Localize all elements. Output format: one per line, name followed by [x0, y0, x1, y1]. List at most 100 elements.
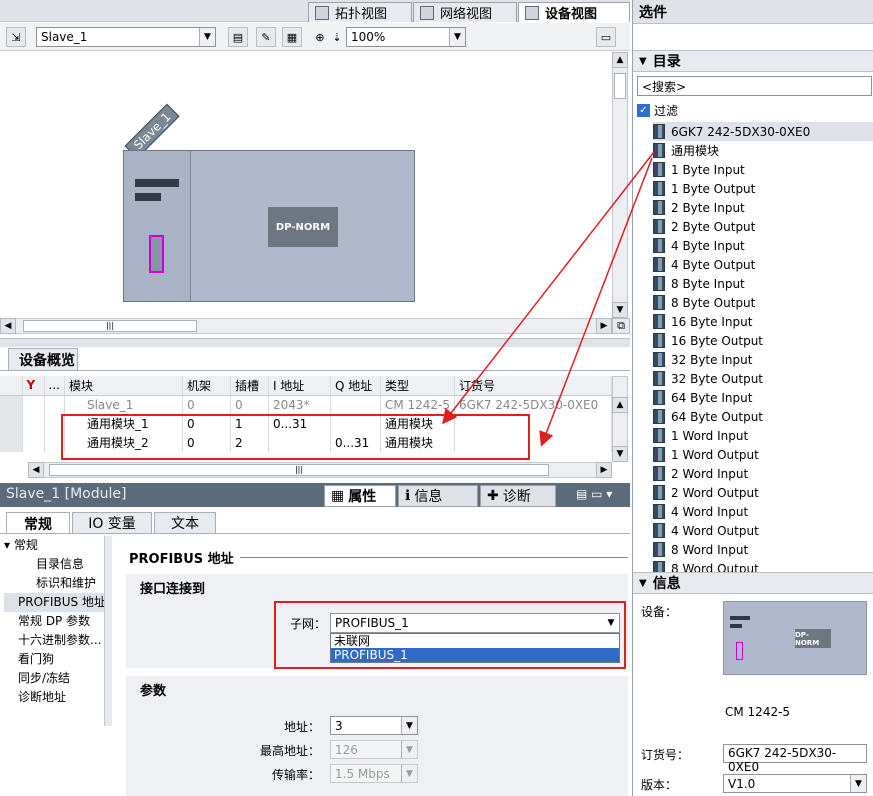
nav-item-dp-parameters[interactable]: 常规 DP 参数 — [4, 612, 104, 631]
version-select[interactable]: V1.0 ▼ — [723, 774, 867, 793]
catalog-item[interactable]: 4 Byte Input — [653, 236, 873, 255]
tab-network-view[interactable]: 网络视图 — [413, 2, 517, 22]
catalog-item[interactable]: 8 Word Input — [653, 540, 873, 559]
overview-navigation-icon[interactable]: ⧉ — [612, 318, 630, 334]
module-icon — [653, 162, 665, 177]
catalog-item[interactable]: 32 Byte Output — [653, 369, 873, 388]
tab-properties[interactable]: ▦ 属性 — [324, 485, 396, 507]
nav-item-identification[interactable]: 标识和维护 — [4, 574, 104, 593]
column-header[interactable]: 订货号 — [454, 376, 612, 396]
catalog-item[interactable]: 6GK7 242-5DX30-0XE0 — [653, 122, 873, 141]
catalog-item[interactable]: 16 Byte Input — [653, 312, 873, 331]
catalog-item[interactable]: 32 Byte Input — [653, 350, 873, 369]
table-row[interactable]: 通用模块_1 0 1 0...31 通用模块 — [0, 414, 612, 433]
column-header[interactable]: 机架 — [182, 376, 231, 396]
cm-module[interactable] — [124, 151, 191, 301]
table-row[interactable]: Slave_1 0 0 2043* CM 1242-5 6GK7 242-5DX… — [0, 395, 612, 414]
device-tool-icon[interactable]: ⇲ — [6, 27, 26, 47]
module-icon — [653, 466, 665, 481]
address-label: 地址： — [283, 720, 320, 734]
catalog-item[interactable]: 1 Word Input — [653, 426, 873, 445]
nav-item-sync-freeze[interactable]: 同步/冻结 — [4, 669, 104, 688]
column-header[interactable]: 模块 — [64, 376, 183, 396]
module-icon — [653, 447, 665, 462]
module-icon — [653, 124, 665, 139]
column-header[interactable]: 类型 — [380, 376, 456, 396]
overview-vertical-scrollbar[interactable]: ▲ ▼ — [612, 376, 628, 462]
nav-item-general[interactable]: ▾ 常规 — [4, 536, 104, 555]
tab-general[interactable]: 常规 — [6, 512, 70, 534]
subnet-option[interactable]: 未联网 — [331, 634, 619, 648]
overview-horizontal-scrollbar[interactable]: ◀ ||| ▶ — [28, 462, 612, 478]
tab-diagnostics[interactable]: ✚ 诊断 — [480, 485, 556, 507]
info-section-header[interactable]: ▼ 信息 — [633, 572, 873, 594]
catalog-section-header[interactable]: ▼ 目录 — [633, 50, 873, 72]
catalog-item[interactable]: 2 Word Input — [653, 464, 873, 483]
catalog-item[interactable]: 64 Byte Input — [653, 388, 873, 407]
tab-device-view[interactable]: 设备视图 — [518, 2, 630, 22]
address-select[interactable]: 3 ▼ — [330, 716, 418, 735]
catalog-list: 6GK7 242-5DX30-0XE0 通用模块 1 Byte Input 1 Byt… — [653, 122, 873, 572]
column-header[interactable]: I 地址 — [268, 376, 331, 396]
column-header[interactable]: 插槽 — [230, 376, 269, 396]
network-view-icon — [420, 5, 434, 20]
overview-toggle-icon[interactable]: ▭ — [596, 27, 616, 47]
filter-checkbox[interactable]: ✓ 过滤 — [637, 102, 678, 119]
tab-text[interactable]: 文本 — [154, 512, 216, 534]
catalog-item[interactable]: 1 Byte Output — [653, 179, 873, 198]
catalog-item[interactable]: 2 Byte Output — [653, 217, 873, 236]
device-canvas[interactable]: Slave_1 DP-NORM ▲ ▼ — [0, 52, 628, 318]
tab-info[interactable]: ℹ 信息 — [398, 485, 478, 507]
collapse-icon: ▼ — [639, 577, 647, 589]
catalog-item[interactable]: 1 Byte Input — [653, 160, 873, 179]
catalog-item[interactable]: 8 Byte Output — [653, 293, 873, 312]
column-header[interactable]: Q 地址 — [330, 376, 381, 396]
canvas-horizontal-scrollbar[interactable]: ◀ ||| ▶ — [0, 318, 612, 334]
nav-tree-scrollbar[interactable] — [104, 536, 112, 726]
catalog-item[interactable]: 通用模块 — [653, 141, 873, 160]
catalog-item[interactable]: 2 Byte Input — [653, 198, 873, 217]
catalog-item[interactable]: 4 Byte Output — [653, 255, 873, 274]
profibus-port-icon[interactable] — [149, 235, 164, 273]
properties-table-icon[interactable]: ▤ — [228, 27, 248, 47]
nav-item-watchdog[interactable]: 看门狗 — [4, 650, 104, 669]
nav-item-profibus-address[interactable]: PROFIBUS 地址 — [4, 593, 106, 612]
subnet-option-selected[interactable]: PROFIBUS_1 — [331, 648, 619, 662]
device-overview-table: Y ... 模块 机架 插槽 I 地址 Q 地址 类型 订货号 Slave_1 … — [0, 376, 612, 462]
catalog-item[interactable]: 4 Word Output — [653, 521, 873, 540]
table-row[interactable]: 通用模块_2 0 2 0...31 通用模块 — [0, 433, 612, 452]
pen-icon[interactable]: ✎ — [256, 27, 276, 47]
baud-rate-select: 1.5 Mbps ▼ — [330, 764, 418, 783]
grid-icon[interactable]: ▦ — [282, 27, 302, 47]
led-bar — [135, 179, 179, 187]
column-header-icon[interactable]: Y — [22, 376, 45, 396]
subnet-select[interactable]: PROFIBUS_1 ▼ — [330, 613, 620, 633]
nav-item-diag-address[interactable]: 诊断地址 — [4, 688, 104, 707]
zoom-select[interactable]: 100% ▼ — [346, 27, 466, 47]
catalog-item[interactable]: 8 Word Output — [653, 559, 873, 572]
catalog-item[interactable]: 2 Word Output — [653, 483, 873, 502]
nav-item-hex-parameters[interactable]: 十六进制参数... — [4, 631, 104, 650]
catalog-item[interactable]: 4 Word Input — [653, 502, 873, 521]
catalog-item[interactable]: 1 Word Output — [653, 445, 873, 464]
catalog-search-input[interactable]: <搜索> — [637, 76, 872, 96]
nav-item-catalog-info[interactable]: 目录信息 — [4, 555, 104, 574]
tab-topology-view[interactable]: 拓扑视图 — [308, 2, 412, 22]
canvas-vertical-scrollbar[interactable]: ▲ ▼ — [612, 52, 628, 318]
splitter[interactable] — [0, 338, 630, 347]
topology-view-icon — [315, 5, 329, 20]
device-rack[interactable]: DP-NORM — [123, 150, 415, 302]
panel-window-icons[interactable]: ▤ ▭ ▾ — [576, 487, 612, 501]
tab-io-tags[interactable]: IO 变量 — [72, 512, 152, 534]
catalog-item[interactable]: 8 Byte Input — [653, 274, 873, 293]
expand-icon: ▾ — [4, 538, 14, 552]
order-number-field: 6GK7 242-5DX30-0XE0 — [723, 744, 867, 774]
catalog-item[interactable]: 16 Byte Output — [653, 331, 873, 350]
device-select[interactable]: Slave_1 ▼ — [36, 27, 216, 47]
tab-device-overview[interactable]: 设备概览 — [8, 348, 78, 370]
zoom-arrow-icon[interactable]: ⇣ — [327, 27, 347, 47]
module-icon — [653, 561, 665, 572]
catalog-item[interactable]: 64 Byte Output — [653, 407, 873, 426]
dp-norm-module[interactable]: DP-NORM — [268, 207, 338, 247]
column-header[interactable]: ... — [44, 376, 65, 396]
